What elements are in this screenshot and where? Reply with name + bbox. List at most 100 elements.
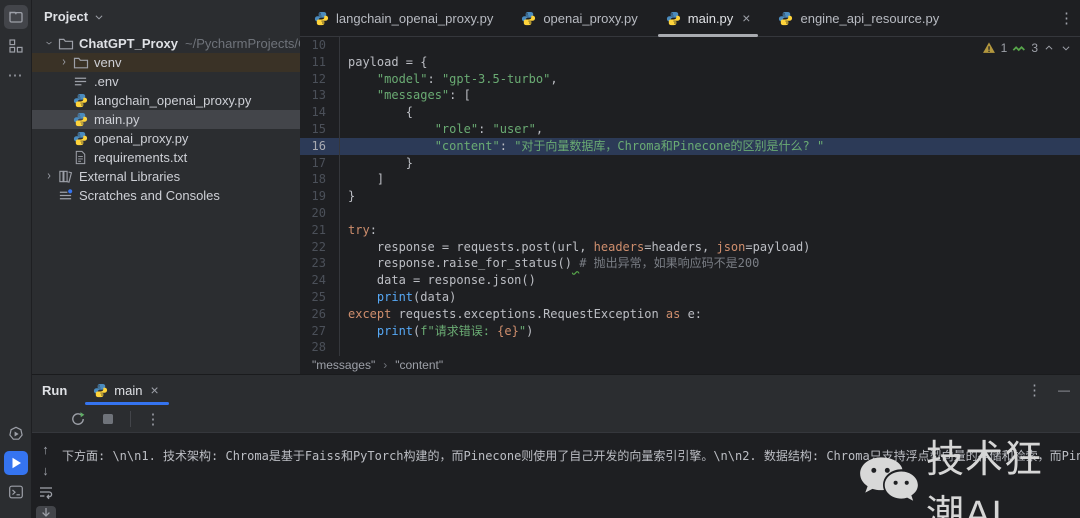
code-line-19[interactable]: 19} <box>300 188 1080 205</box>
code-editor[interactable]: 1011payload = {12 "model": "gpt-3.5-turb… <box>300 37 1080 356</box>
code-line-22[interactable]: 22 response = requests.post(url, headers… <box>300 239 1080 256</box>
editor-tab-engine-api-resource-py[interactable]: engine_api_resource.py <box>764 0 953 36</box>
env-icon <box>72 74 89 89</box>
breadcrumb-item[interactable]: "content" <box>395 358 443 372</box>
tree-item--env[interactable]: .env <box>32 72 300 91</box>
code-line-28[interactable]: 28 <box>300 339 1080 356</box>
minimize-icon[interactable]: — <box>1058 383 1070 397</box>
code-line-text: response = requests.post(url, headers=he… <box>340 239 810 256</box>
line-number[interactable]: 16 <box>300 138 340 155</box>
python-icon <box>93 383 108 398</box>
structure-tool-icon[interactable] <box>4 34 28 58</box>
line-number[interactable]: 13 <box>300 87 340 104</box>
tree-item-requirements-txt[interactable]: requirements.txt <box>32 148 300 167</box>
active-tab-underline <box>85 402 168 405</box>
line-number[interactable]: 24 <box>300 272 340 289</box>
terminal-tool-icon[interactable] <box>4 480 28 504</box>
chevron-right-icon[interactable] <box>58 58 72 68</box>
code-line-16[interactable]: 16 "content": "对于向量数据库，Chroma和Pinecone的区… <box>300 138 1080 155</box>
project-panel-title: Project <box>44 9 88 24</box>
rerun-icon[interactable] <box>68 409 88 429</box>
code-line-text: } <box>340 155 413 172</box>
editor-tab-langchain-openai-proxy-py[interactable]: langchain_openai_proxy.py <box>300 0 507 36</box>
line-number[interactable]: 17 <box>300 155 340 172</box>
code-line-11[interactable]: 11payload = { <box>300 54 1080 71</box>
stop-icon[interactable] <box>98 409 118 429</box>
soft-wrap-icon[interactable] <box>36 484 56 500</box>
tree-item-openai-proxy-py[interactable]: openai_proxy.py <box>32 129 300 148</box>
next-problem-icon[interactable] <box>1060 43 1072 53</box>
code-line-12[interactable]: 12 "model": "gpt-3.5-turbo", <box>300 71 1080 88</box>
code-line-23[interactable]: 23 response.raise_for_status() # 抛出异常，如果… <box>300 255 1080 272</box>
close-icon[interactable]: × <box>742 10 750 26</box>
tree-item-path: ~/PycharmProjects/ChatGPT_Proxy <box>185 36 300 51</box>
code-line-text: ] <box>340 171 384 188</box>
run-tool-icon[interactable] <box>4 451 28 475</box>
breadcrumb-separator: › <box>383 358 387 372</box>
project-tool-icon[interactable] <box>4 5 28 29</box>
prev-problem-icon[interactable] <box>1043 43 1055 53</box>
scroll-to-end-icon[interactable] <box>36 506 56 518</box>
code-line-15[interactable]: 15 "role": "user", <box>300 121 1080 138</box>
code-line-10[interactable]: 10 <box>300 37 1080 54</box>
breadcrumb-item[interactable]: "messages" <box>312 358 375 372</box>
chevron-down-icon <box>93 12 105 22</box>
code-line-text: "content": "对于向量数据库，Chroma和Pinecone的区别是什… <box>340 138 824 155</box>
chevron-right-icon[interactable] <box>43 172 57 182</box>
code-line-text: payload = { <box>340 54 427 71</box>
tab-label: engine_api_resource.py <box>800 11 939 26</box>
up-stacktrace-icon[interactable]: ↑ <box>36 442 56 457</box>
code-line-13[interactable]: 13 "messages": [ <box>300 87 1080 104</box>
project-panel-header[interactable]: Project <box>32 0 300 30</box>
line-number[interactable]: 18 <box>300 171 340 188</box>
tree-item-main-py[interactable]: main.py <box>32 110 300 129</box>
editor-area: langchain_openai_proxy.pyopenai_proxy.py… <box>300 0 1080 374</box>
line-number[interactable]: 12 <box>300 71 340 88</box>
line-number[interactable]: 26 <box>300 306 340 323</box>
project-tree: ChatGPT_Proxy~/PycharmProjects/ChatGPT_P… <box>32 34 300 205</box>
inspections-widget[interactable]: 1 3 <box>982 41 1072 55</box>
tree-item-scratches-and-consoles[interactable]: Scratches and Consoles <box>32 186 300 205</box>
line-number[interactable]: 15 <box>300 121 340 138</box>
down-stacktrace-icon[interactable]: ↓ <box>36 463 56 478</box>
code-line-14[interactable]: 14 { <box>300 104 1080 121</box>
code-line-21[interactable]: 21try: <box>300 222 1080 239</box>
services-tool-icon[interactable] <box>4 422 28 446</box>
close-icon[interactable]: × <box>150 382 158 398</box>
code-line-18[interactable]: 18 ] <box>300 171 1080 188</box>
more-tools-icon[interactable]: ⋯ <box>4 63 28 87</box>
toolbar-options-icon[interactable]: ⋮ <box>143 409 163 429</box>
code-line-20[interactable]: 20 <box>300 205 1080 222</box>
line-number[interactable]: 25 <box>300 289 340 306</box>
chevron-down-icon[interactable] <box>43 39 57 49</box>
editor-tab-openai-proxy-py[interactable]: openai_proxy.py <box>507 0 651 36</box>
line-number[interactable]: 20 <box>300 205 340 222</box>
line-number[interactable]: 19 <box>300 188 340 205</box>
code-line-27[interactable]: 27 print(f"请求错误: {e}") <box>300 323 1080 340</box>
code-line-text <box>340 37 348 54</box>
line-number[interactable]: 27 <box>300 323 340 340</box>
scratch-icon <box>57 188 74 203</box>
tree-item-chatgpt-proxy[interactable]: ChatGPT_Proxy~/PycharmProjects/ChatGPT_P… <box>32 34 300 53</box>
run-tab-main[interactable]: main × <box>93 375 158 405</box>
line-number[interactable]: 23 <box>300 255 340 272</box>
line-number[interactable]: 11 <box>300 54 340 71</box>
tree-item-external-libraries[interactable]: External Libraries <box>32 167 300 186</box>
code-line-17[interactable]: 17 } <box>300 155 1080 172</box>
line-number[interactable]: 28 <box>300 339 340 356</box>
breadcrumb: "messages" › "content" <box>300 356 1080 374</box>
tree-item-langchain-openai-proxy-py[interactable]: langchain_openai_proxy.py <box>32 91 300 110</box>
tab-options-icon[interactable]: ⋮ <box>1059 9 1074 27</box>
code-line-text <box>340 339 348 356</box>
line-number[interactable]: 22 <box>300 239 340 256</box>
run-options-icon[interactable]: ⋮ <box>1027 381 1042 399</box>
editor-tab-main-py[interactable]: main.py× <box>652 0 765 36</box>
line-number[interactable]: 21 <box>300 222 340 239</box>
line-number[interactable]: 14 <box>300 104 340 121</box>
code-line-25[interactable]: 25 print(data) <box>300 289 1080 306</box>
code-line-26[interactable]: 26except requests.exceptions.RequestExce… <box>300 306 1080 323</box>
tree-item-venv[interactable]: venv <box>32 53 300 72</box>
code-line-24[interactable]: 24 data = response.json() <box>300 272 1080 289</box>
line-number[interactable]: 10 <box>300 37 340 54</box>
code-line-text: "role": "user", <box>340 121 543 138</box>
